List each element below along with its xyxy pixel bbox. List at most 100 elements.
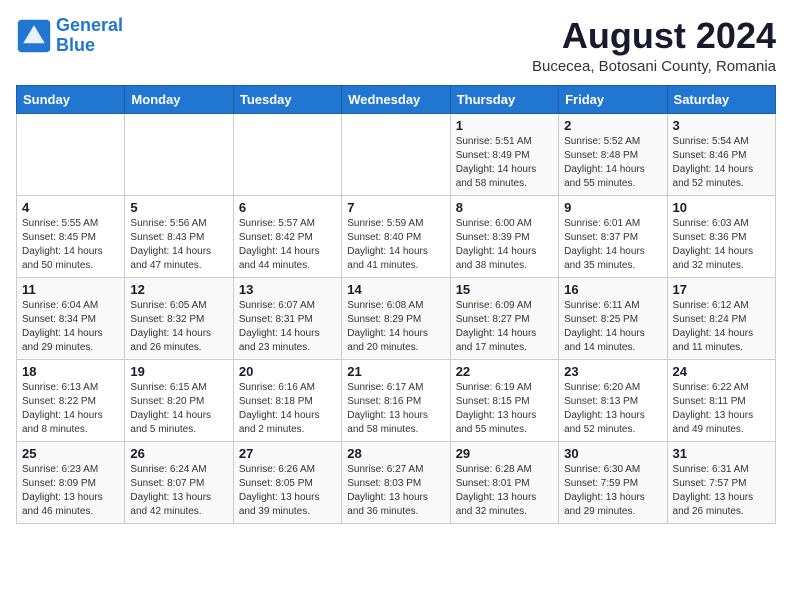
week-row-2: 4 Sunrise: 5:55 AM Sunset: 8:45 PM Daylig… <box>17 195 776 277</box>
calendar-cell <box>17 113 125 195</box>
calendar-cell: 4 Sunrise: 5:55 AM Sunset: 8:45 PM Daylig… <box>17 195 125 277</box>
calendar-cell: 9 Sunrise: 6:01 AM Sunset: 8:37 PM Daylig… <box>559 195 667 277</box>
day-number: 16 <box>564 282 661 297</box>
calendar-cell: 3 Sunrise: 5:54 AM Sunset: 8:46 PM Daylig… <box>667 113 775 195</box>
day-number: 9 <box>564 200 661 215</box>
day-info: Sunrise: 6:11 AM Sunset: 8:25 PM Dayligh… <box>564 299 661 355</box>
calendar-cell: 19 Sunrise: 6:15 AM Sunset: 8:20 PM Dayli… <box>125 359 233 441</box>
day-info: Sunrise: 6:13 AM Sunset: 8:22 PM Dayligh… <box>22 381 119 437</box>
day-number: 25 <box>22 446 119 461</box>
day-number: 12 <box>130 282 227 297</box>
weekday-header-wednesday: Wednesday <box>342 85 450 113</box>
day-number: 4 <box>22 200 119 215</box>
day-info: Sunrise: 6:08 AM Sunset: 8:29 PM Dayligh… <box>347 299 444 355</box>
calendar-cell: 22 Sunrise: 6:19 AM Sunset: 8:15 PM Dayli… <box>450 359 558 441</box>
calendar-cell: 6 Sunrise: 5:57 AM Sunset: 8:42 PM Daylig… <box>233 195 341 277</box>
day-number: 17 <box>673 282 770 297</box>
calendar-cell: 20 Sunrise: 6:16 AM Sunset: 8:18 PM Dayli… <box>233 359 341 441</box>
day-info: Sunrise: 6:12 AM Sunset: 8:24 PM Dayligh… <box>673 299 770 355</box>
calendar-cell: 30 Sunrise: 6:30 AM Sunset: 7:59 PM Dayli… <box>559 441 667 523</box>
day-number: 23 <box>564 364 661 379</box>
calendar-cell: 28Sunrise: 6:27 AM Sunset: 8:03 PM Dayli… <box>342 441 450 523</box>
day-info: Sunrise: 5:56 AM Sunset: 8:43 PM Dayligh… <box>130 217 227 273</box>
day-info: Sunrise: 6:01 AM Sunset: 8:37 PM Dayligh… <box>564 217 661 273</box>
week-row-4: 18 Sunrise: 6:13 AM Sunset: 8:22 PM Dayli… <box>17 359 776 441</box>
calendar-cell: 17 Sunrise: 6:12 AM Sunset: 8:24 PM Dayli… <box>667 277 775 359</box>
calendar-cell: 24 Sunrise: 6:22 AM Sunset: 8:11 PM Dayli… <box>667 359 775 441</box>
calendar-cell <box>125 113 233 195</box>
calendar-cell: 21 Sunrise: 6:17 AM Sunset: 8:16 PM Dayli… <box>342 359 450 441</box>
day-info: Sunrise: 6:04 AM Sunset: 8:34 PM Dayligh… <box>22 299 119 355</box>
day-number: 3 <box>673 118 770 133</box>
calendar-cell: 7 Sunrise: 5:59 AM Sunset: 8:40 PM Daylig… <box>342 195 450 277</box>
day-info: Sunrise: 6:15 AM Sunset: 8:20 PM Dayligh… <box>130 381 227 437</box>
logo-text: General Blue <box>56 16 123 56</box>
logo-icon <box>16 18 52 54</box>
day-number: 21 <box>347 364 444 379</box>
calendar-cell: 16 Sunrise: 6:11 AM Sunset: 8:25 PM Dayli… <box>559 277 667 359</box>
day-info: Sunrise: 6:24 AM Sunset: 8:07 PM Dayligh… <box>130 463 227 519</box>
logo: General Blue <box>16 16 123 56</box>
day-number: 27 <box>239 446 336 461</box>
day-number: 1 <box>456 118 553 133</box>
day-info: Sunrise: 6:28 AM Sunset: 8:01 PM Dayligh… <box>456 463 553 519</box>
calendar-cell: 2 Sunrise: 5:52 AM Sunset: 8:48 PM Daylig… <box>559 113 667 195</box>
day-info: Sunrise: 6:31 AM Sunset: 7:57 PM Dayligh… <box>673 463 770 519</box>
day-info: Sunrise: 5:59 AM Sunset: 8:40 PM Dayligh… <box>347 217 444 273</box>
day-number: 6 <box>239 200 336 215</box>
day-number: 8 <box>456 200 553 215</box>
day-info: Sunrise: 5:51 AM Sunset: 8:49 PM Dayligh… <box>456 135 553 191</box>
day-number: 19 <box>130 364 227 379</box>
day-number: 18 <box>22 364 119 379</box>
calendar-cell: 18 Sunrise: 6:13 AM Sunset: 8:22 PM Dayli… <box>17 359 125 441</box>
day-info: Sunrise: 6:26 AM Sunset: 8:05 PM Dayligh… <box>239 463 336 519</box>
calendar-cell: 10 Sunrise: 6:03 AM Sunset: 8:36 PM Dayli… <box>667 195 775 277</box>
day-number: 5 <box>130 200 227 215</box>
calendar-cell: 8 Sunrise: 6:00 AM Sunset: 8:39 PM Daylig… <box>450 195 558 277</box>
day-number: 10 <box>673 200 770 215</box>
month-title: August 2024 <box>532 16 776 56</box>
day-info: Sunrise: 6:27 AM Sunset: 8:03 PM Dayligh… <box>347 463 444 519</box>
day-info: Sunrise: 6:05 AM Sunset: 8:32 PM Dayligh… <box>130 299 227 355</box>
day-number: 15 <box>456 282 553 297</box>
calendar-cell: 27 Sunrise: 6:26 AM Sunset: 8:05 PM Dayli… <box>233 441 341 523</box>
day-info: Sunrise: 6:07 AM Sunset: 8:31 PM Dayligh… <box>239 299 336 355</box>
day-info: Sunrise: 5:54 AM Sunset: 8:46 PM Dayligh… <box>673 135 770 191</box>
logo-line1: General <box>56 15 123 35</box>
weekday-header-saturday: Saturday <box>667 85 775 113</box>
day-number: 7 <box>347 200 444 215</box>
day-info: Sunrise: 6:03 AM Sunset: 8:36 PM Dayligh… <box>673 217 770 273</box>
calendar-cell: 1 Sunrise: 5:51 AM Sunset: 8:49 PM Daylig… <box>450 113 558 195</box>
day-number: 24 <box>673 364 770 379</box>
day-info: Sunrise: 5:57 AM Sunset: 8:42 PM Dayligh… <box>239 217 336 273</box>
calendar-cell: 12 Sunrise: 6:05 AM Sunset: 8:32 PM Dayli… <box>125 277 233 359</box>
day-number: 29 <box>456 446 553 461</box>
day-number: 2 <box>564 118 661 133</box>
day-info: Sunrise: 6:20 AM Sunset: 8:13 PM Dayligh… <box>564 381 661 437</box>
day-info: Sunrise: 6:00 AM Sunset: 8:39 PM Dayligh… <box>456 217 553 273</box>
calendar-cell: 11 Sunrise: 6:04 AM Sunset: 8:34 PM Dayli… <box>17 277 125 359</box>
day-number: 22 <box>456 364 553 379</box>
day-info: Sunrise: 6:22 AM Sunset: 8:11 PM Dayligh… <box>673 381 770 437</box>
day-number: 20 <box>239 364 336 379</box>
day-number: 11 <box>22 282 119 297</box>
day-number: 30 <box>564 446 661 461</box>
calendar-cell <box>233 113 341 195</box>
day-info: Sunrise: 6:30 AM Sunset: 7:59 PM Dayligh… <box>564 463 661 519</box>
day-info: Sunrise: 6:23 AM Sunset: 8:09 PM Dayligh… <box>22 463 119 519</box>
calendar-cell: 5 Sunrise: 5:56 AM Sunset: 8:43 PM Daylig… <box>125 195 233 277</box>
day-info: Sunrise: 6:09 AM Sunset: 8:27 PM Dayligh… <box>456 299 553 355</box>
week-row-1: 1 Sunrise: 5:51 AM Sunset: 8:49 PM Daylig… <box>17 113 776 195</box>
weekday-header-tuesday: Tuesday <box>233 85 341 113</box>
day-info: Sunrise: 6:19 AM Sunset: 8:15 PM Dayligh… <box>456 381 553 437</box>
day-info: Sunrise: 5:55 AM Sunset: 8:45 PM Dayligh… <box>22 217 119 273</box>
day-number: 14 <box>347 282 444 297</box>
day-info: Sunrise: 6:16 AM Sunset: 8:18 PM Dayligh… <box>239 381 336 437</box>
location-title: Bucecea, Botosani County, Romania <box>532 58 776 75</box>
week-row-5: 25 Sunrise: 6:23 AM Sunset: 8:09 PM Dayli… <box>17 441 776 523</box>
day-info: Sunrise: 6:17 AM Sunset: 8:16 PM Dayligh… <box>347 381 444 437</box>
day-number: 31 <box>673 446 770 461</box>
calendar-cell: 23 Sunrise: 6:20 AM Sunset: 8:13 PM Dayli… <box>559 359 667 441</box>
weekday-header-row: SundayMondayTuesdayWednesdayThursdayFrid… <box>17 85 776 113</box>
day-info: Sunrise: 5:52 AM Sunset: 8:48 PM Dayligh… <box>564 135 661 191</box>
